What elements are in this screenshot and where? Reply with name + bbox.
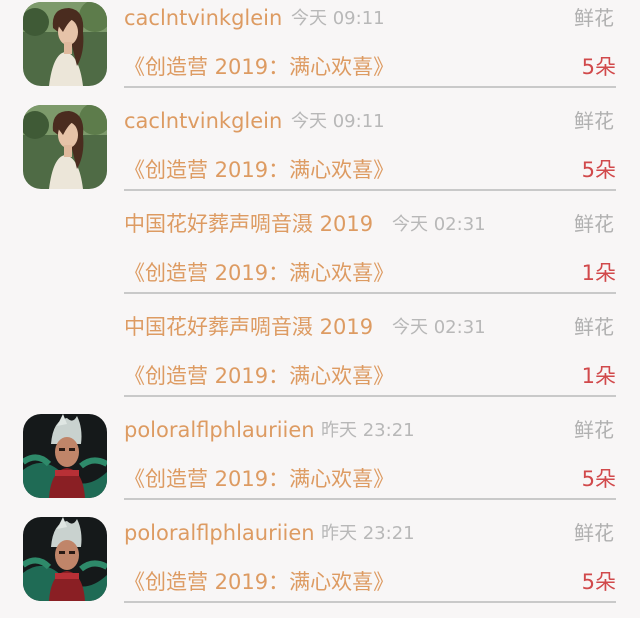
gift-count: 5朵	[581, 570, 616, 594]
divider	[124, 601, 616, 603]
show-title[interactable]: 《创造营 2019：满心欢喜》	[124, 362, 394, 390]
gift-category: 鲜花	[574, 6, 614, 30]
divider	[124, 189, 616, 191]
sender-username[interactable]: 中国花好葬声啁音滠 2019	[124, 313, 373, 341]
gift-timestamp: 今天 09:11	[291, 111, 385, 132]
gift-timestamp: 今天 02:31	[392, 317, 486, 338]
list-item[interactable]: caclntvinkglein 今天 09:11 鲜花 《创造营 2019：满心…	[0, 0, 640, 103]
show-title[interactable]: 《创造营 2019：满心欢喜》	[124, 568, 394, 596]
woman-portrait-icon[interactable]	[23, 105, 107, 189]
gift-record-list: caclntvinkglein 今天 09:11 鲜花 《创造营 2019：满心…	[0, 0, 640, 603]
list-item[interactable]: 中国花好葬声啁音滠 2019 今天 02:31 鲜花 《创造营 2019：满心欢…	[0, 309, 640, 412]
show-title[interactable]: 《创造营 2019：满心欢喜》	[124, 156, 394, 184]
show-title[interactable]: 《创造营 2019：满心欢喜》	[124, 465, 394, 493]
gift-category: 鲜花	[574, 315, 614, 339]
sender-username[interactable]: poloralflphlauriien	[124, 416, 315, 444]
divider	[124, 395, 616, 397]
game-character-icon[interactable]	[23, 517, 107, 601]
gift-timestamp: 昨天 23:21	[321, 523, 415, 544]
gift-count: 1朵	[581, 364, 616, 388]
sender-username[interactable]: caclntvinkglein	[124, 4, 282, 32]
gift-timestamp: 今天 02:31	[392, 214, 486, 235]
game-character-icon[interactable]	[23, 414, 107, 498]
sender-username[interactable]: caclntvinkglein	[124, 107, 282, 135]
gift-category: 鲜花	[574, 109, 614, 133]
woman-portrait-icon[interactable]	[23, 2, 107, 86]
gift-count: 5朵	[581, 467, 616, 491]
gift-category: 鲜花	[574, 418, 614, 442]
gift-count: 5朵	[581, 55, 616, 79]
list-item[interactable]: poloralflphlauriien 昨天 23:21 鲜花 《创造营 201…	[0, 412, 640, 515]
show-title[interactable]: 《创造营 2019：满心欢喜》	[124, 259, 394, 287]
divider	[124, 292, 616, 294]
list-item[interactable]: 中国花好葬声啁音滠 2019 今天 02:31 鲜花 《创造营 2019：满心欢…	[0, 206, 640, 309]
gift-count: 1朵	[581, 261, 616, 285]
list-item[interactable]: poloralflphlauriien 昨天 23:21 鲜花 《创造营 201…	[0, 515, 640, 618]
gift-count: 5朵	[581, 158, 616, 182]
list-item[interactable]: caclntvinkglein 今天 09:11 鲜花 《创造营 2019：满心…	[0, 103, 640, 206]
sender-username[interactable]: 中国花好葬声啁音滠 2019	[124, 210, 373, 238]
divider	[124, 86, 616, 88]
sender-username[interactable]: poloralflphlauriien	[124, 519, 315, 547]
gift-category: 鲜花	[574, 521, 614, 545]
divider	[124, 498, 616, 500]
show-title[interactable]: 《创造营 2019：满心欢喜》	[124, 53, 394, 81]
gift-category: 鲜花	[574, 212, 614, 236]
gift-timestamp: 今天 09:11	[291, 8, 385, 29]
gift-timestamp: 昨天 23:21	[321, 420, 415, 441]
